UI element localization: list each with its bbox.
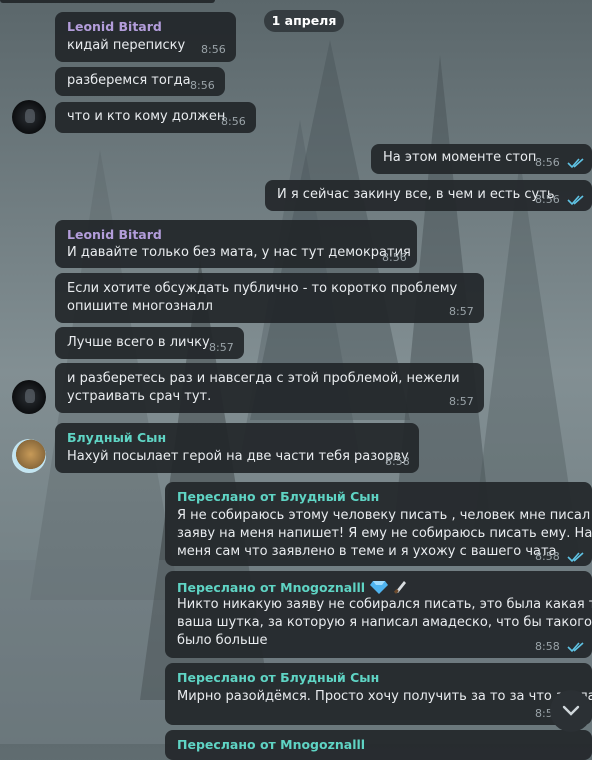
message-bubble[interactable]: Блудный Сын Нахуй посылает герой на две …	[55, 423, 419, 473]
forwarded-from-label: Переслано от Mnogoznalll	[177, 580, 366, 595]
message-time: 8:56	[190, 79, 215, 92]
message-time: 8:56	[221, 115, 246, 128]
message-bubble[interactable]: Лучше всего в личку 8:57	[55, 327, 244, 359]
message-time: 8:57	[449, 395, 474, 408]
message-bubble[interactable]: и разберетесь раз и навсегда с этой проб…	[55, 363, 484, 413]
message-text: ваша шутка, за которую я написал амадеск…	[177, 615, 592, 630]
message-text: опишите многозналл	[67, 299, 213, 314]
avatar[interactable]	[12, 439, 46, 473]
forwarded-message[interactable]: Переслано от Блудный Сын Я не собираюсь …	[165, 482, 592, 566]
message-text: устраивать срач тут.	[67, 389, 212, 404]
message-text: Никто никакую заяву не собирался писать,…	[177, 597, 592, 612]
double-check-icon	[567, 158, 584, 169]
message-text: заяву на меня напишет! Я ему не собираюс…	[177, 526, 592, 541]
message-time: 8:57	[449, 305, 474, 318]
message-text: Нахуй посылает герой на две части тебя р…	[67, 449, 409, 464]
message-bubble[interactable]: что и кто кому должен 8:56	[55, 102, 256, 133]
avatar[interactable]	[12, 380, 46, 414]
gem-icon	[370, 581, 389, 594]
chevron-down-icon	[562, 705, 580, 716]
double-check-icon	[567, 195, 584, 206]
message-text: Лучше всего в личку	[67, 335, 210, 350]
knife-icon	[393, 581, 407, 594]
message-text: и разберетесь раз и навсегда с этой проб…	[67, 371, 460, 386]
message-text: Мирно разойдёмся. Просто хочу получить з…	[177, 689, 592, 704]
scroll-down-button[interactable]	[550, 690, 592, 732]
message-time: 8:58	[535, 640, 560, 653]
message-bubble-outgoing[interactable]: И я сейчас закину все, в чем и есть суть…	[265, 180, 592, 211]
forwarded-from[interactable]: Переслано от Mnogoznalll	[177, 737, 365, 752]
message-text: И давайте только без мата, у нас тут дем…	[67, 245, 411, 260]
message-bubble[interactable]: Если хотите обсуждать публично - то коро…	[55, 273, 484, 323]
message-time: 8:57	[209, 341, 234, 354]
message-time: 8:56	[382, 251, 407, 264]
message-time: 8:56	[535, 193, 560, 206]
message-bubble-outgoing[interactable]: На этом моменте стоп 8:56	[371, 144, 592, 174]
message-text: Я не собираюсь этому человеку писать , ч…	[177, 508, 592, 523]
forwarded-from[interactable]: Переслано от Блудный Сын	[177, 670, 379, 685]
message-bubble[interactable]: Leonid Bitard И давайте только без мата,…	[55, 220, 417, 268]
forwarded-message[interactable]: Переслано от Mnogoznalll	[165, 730, 592, 760]
message-text: было больше	[177, 633, 268, 648]
forwarded-message[interactable]: Переслано от Mnogoznalll Никто никакую з…	[165, 571, 592, 658]
message-time: 8:58	[535, 550, 560, 563]
message-bubble[interactable]: Leonid Bitard кидай переписку 8:56	[55, 12, 236, 62]
message-time: 8:56	[201, 43, 226, 56]
message-text: Если хотите обсуждать публично - то коро…	[67, 281, 458, 296]
sender-name[interactable]: Leonid Bitard	[67, 227, 162, 242]
avatar[interactable]	[12, 100, 46, 134]
date-separator: 1 апреля	[264, 10, 344, 32]
message-text: меня сам что заявлено в теме и я ухожу с…	[177, 544, 557, 559]
message-time: 8:56	[535, 156, 560, 169]
message-time: 8:58	[385, 455, 410, 468]
message-bubble[interactable]: разберемся тогда 8:56	[55, 67, 225, 96]
forwarded-message[interactable]: Переслано от Блудный Сын Мирно разойдёмс…	[165, 663, 592, 725]
sender-name[interactable]: Блудный Сын	[67, 430, 166, 445]
sender-name[interactable]: Leonid Bitard	[67, 19, 162, 34]
forwarded-from[interactable]: Переслано от Mnogoznalll	[177, 578, 409, 595]
double-check-icon	[567, 642, 584, 653]
previous-message-edge	[0, 0, 215, 3]
message-text: что и кто кому должен	[67, 109, 226, 124]
double-check-icon	[567, 552, 584, 563]
forwarded-from[interactable]: Переслано от Блудный Сын	[177, 489, 379, 504]
